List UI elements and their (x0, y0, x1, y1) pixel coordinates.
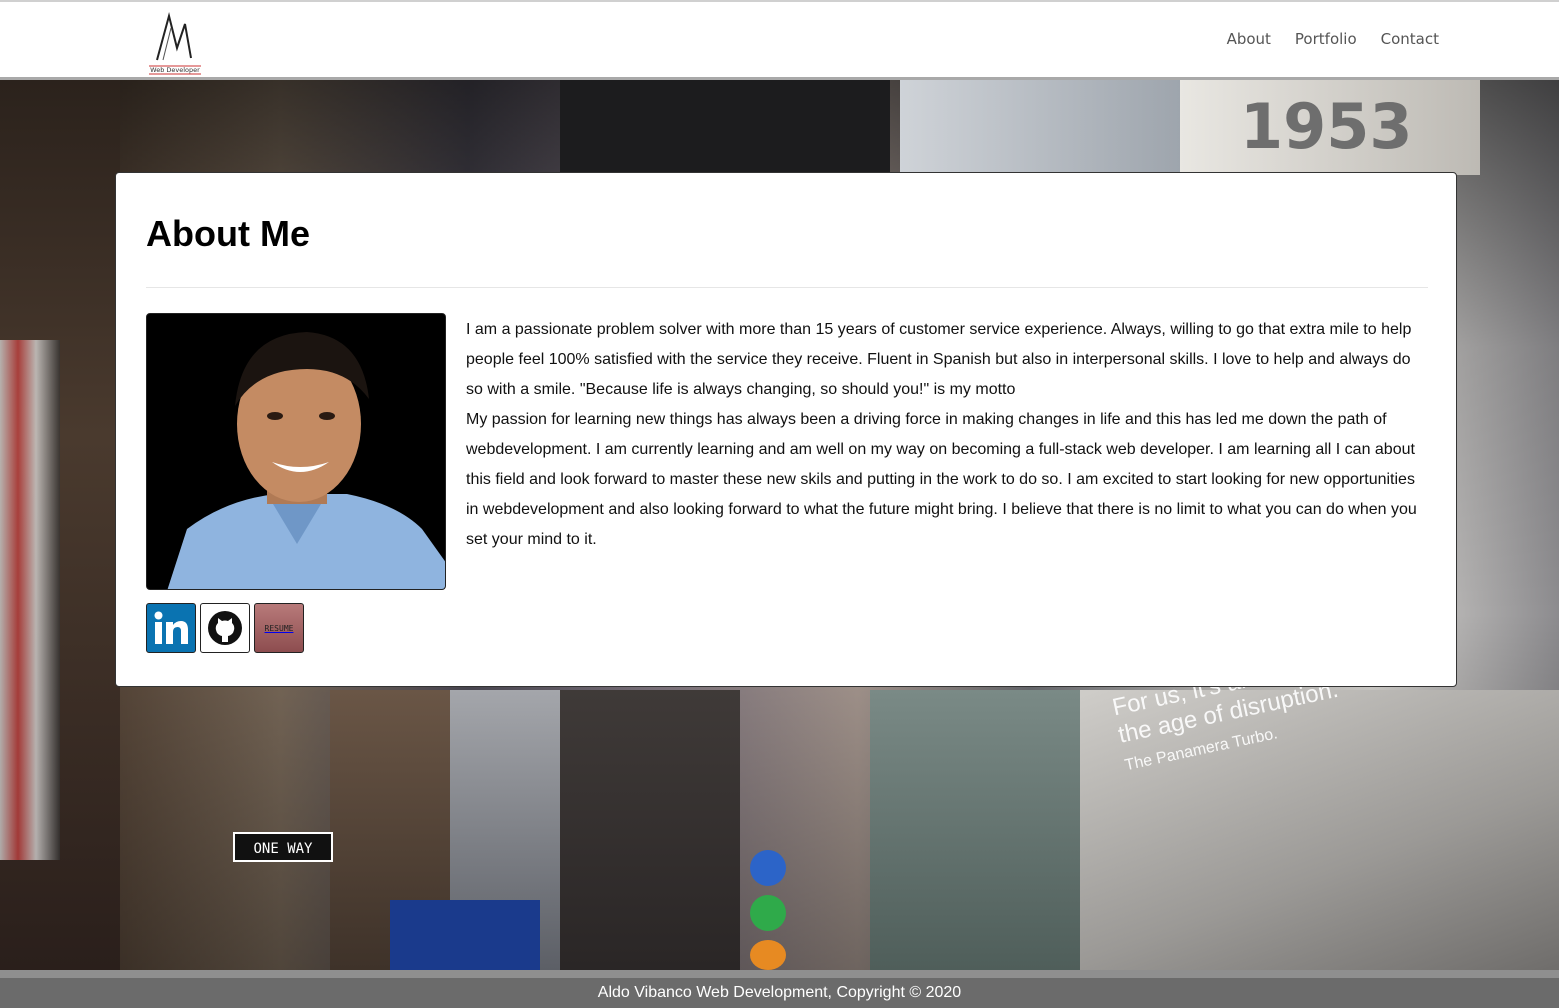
footer-copyright: Aldo Vibanco Web Development, Copyright … (597, 984, 962, 1001)
site-header: Web Developer About Portfolio Contact (0, 2, 1559, 77)
social-links: RESUME (146, 603, 304, 653)
logo[interactable]: Web Developer (147, 10, 203, 76)
site-footer: Aldo Vibanco Web Development, Copyright … (0, 970, 1559, 1008)
profile-photo (146, 313, 446, 590)
about-paragraph-1: I am a passionate problem solver with mo… (466, 321, 1412, 398)
resume-link[interactable]: RESUME (254, 603, 304, 653)
nav-contact[interactable]: Contact (1381, 30, 1439, 48)
main-nav: About Portfolio Contact (1227, 30, 1439, 48)
about-card: About Me RESUME I am a passionate proble… (115, 172, 1457, 687)
about-divider (146, 287, 1428, 288)
linkedin-icon (154, 611, 188, 644)
github-link[interactable] (200, 603, 250, 653)
about-title: About Me (146, 213, 310, 254)
about-text: I am a passionate problem solver with mo… (466, 315, 1426, 555)
nav-about[interactable]: About (1227, 30, 1271, 48)
github-icon (208, 611, 242, 645)
logo-text: Web Developer (150, 66, 200, 74)
nav-portfolio[interactable]: Portfolio (1295, 30, 1357, 48)
about-paragraph-2: My passion for learning new things has a… (466, 411, 1417, 548)
linkedin-link[interactable] (146, 603, 196, 653)
resume-icon: RESUME (264, 623, 294, 633)
